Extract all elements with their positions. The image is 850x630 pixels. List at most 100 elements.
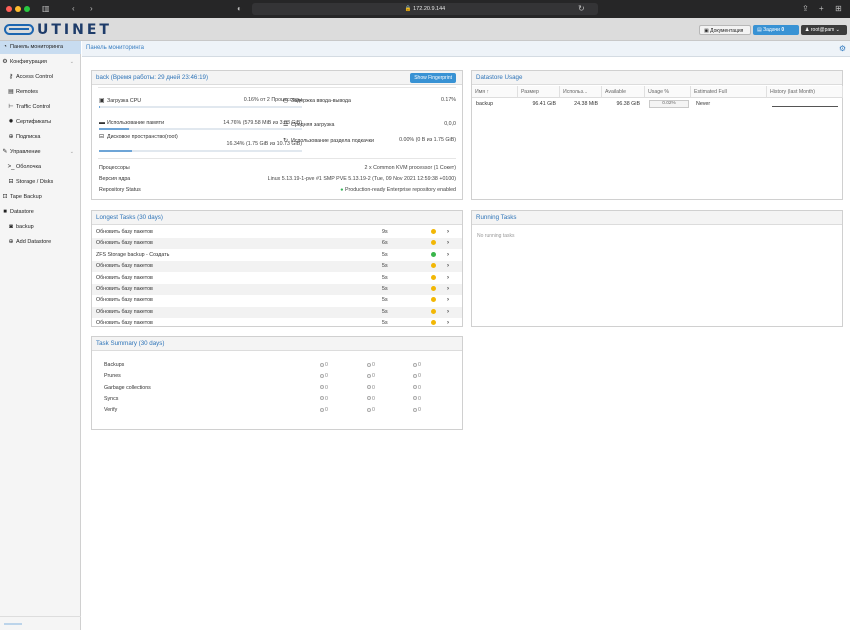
documentation-button[interactable]: ▣ Документация: [699, 25, 751, 35]
task-row[interactable]: Обновить базу пакетов 5s ›: [92, 295, 462, 306]
swap-stat: ↻ Использование раздела подкачки: [283, 137, 374, 144]
summary-count[interactable]: 0: [320, 384, 328, 392]
task-row[interactable]: ZFS Storage backup - Создать 5s ›: [92, 250, 462, 261]
chevron-down-icon[interactable]: ⌄: [70, 146, 74, 159]
task-row[interactable]: Обновить базу пакетов 5s ›: [92, 261, 462, 273]
status-circle-icon: [320, 407, 324, 412]
summary-count[interactable]: 0: [320, 395, 328, 403]
task-row[interactable]: Обновить базу пакетов 6s ›: [92, 238, 462, 250]
open-task-icon[interactable]: ›: [447, 284, 449, 295]
warning-status-icon: [431, 318, 436, 329]
status-circle-icon: [367, 407, 371, 412]
app-header: UTINET ▣ Документация ▤ Задачи 0 ♟ root@…: [0, 18, 850, 41]
iodelay-label: Задержка ввода-вывода: [291, 98, 351, 104]
sidebar-item-3[interactable]: ▤ Remotes: [0, 86, 81, 99]
cpu-bar-fill: [99, 106, 101, 108]
sidebar-item-12[interactable]: ◙ backup: [0, 221, 81, 234]
task-row[interactable]: Обновить базу пакетов 5s ›: [92, 273, 462, 284]
summary-count[interactable]: 0: [413, 395, 421, 403]
open-task-icon[interactable]: ›: [447, 273, 449, 284]
open-task-icon[interactable]: ›: [447, 238, 449, 249]
task-row[interactable]: Обновить базу пакетов 5s ›: [92, 306, 462, 318]
sidebar-item-5[interactable]: ✹ Сертификаты: [0, 116, 81, 129]
summary-count[interactable]: 0: [367, 372, 375, 380]
summary-count[interactable]: 0: [320, 361, 328, 369]
sidebar-item-4[interactable]: ⊢ Traffic Control: [0, 101, 81, 114]
column-header[interactable]: Использ...: [560, 86, 602, 98]
documentation-label: Документация: [710, 28, 744, 34]
sidebar-item-10[interactable]: ⊡ Tape Backup: [0, 191, 81, 204]
column-header[interactable]: History (last Month): [767, 86, 843, 98]
sidebar-item-label: Подписка: [16, 134, 41, 140]
tasks-button[interactable]: ▤ Задачи 0: [753, 25, 799, 35]
sidebar-item-2[interactable]: ⚷ Access Control: [0, 71, 81, 84]
task-row[interactable]: Обновить базу пакетов 5s ›: [92, 318, 462, 329]
cell-estimated: Never: [696, 101, 711, 107]
close-window-button[interactable]: [6, 6, 12, 12]
chevron-down-icon[interactable]: ⌄: [70, 56, 74, 69]
open-task-icon[interactable]: ›: [447, 307, 449, 318]
show-fingerprint-button[interactable]: Show Fingerprint: [410, 73, 456, 83]
kernel-label: Версия ядра: [99, 176, 131, 182]
open-task-icon[interactable]: ›: [447, 250, 449, 261]
gear-icon[interactable]: ⚙: [839, 44, 846, 53]
load-value: 0,0,0: [444, 121, 456, 127]
clock-icon: ◷: [283, 98, 289, 104]
cpu-bar: [99, 106, 302, 108]
column-header[interactable]: Имя ↑: [472, 86, 518, 98]
summary-count[interactable]: 0: [367, 384, 375, 392]
sidebar-item-9[interactable]: ⊟ Storage / Disks: [0, 176, 81, 189]
cell-used: 24.38 MiB: [574, 101, 598, 107]
summary-count[interactable]: 0: [413, 406, 421, 414]
status-circle-icon: [413, 362, 417, 367]
table-row[interactable]: backup 96.41 GiB 24.38 MiB 96.38 GiB Never 0.…: [472, 100, 842, 108]
task-duration: 5s: [382, 297, 388, 304]
minimize-window-button[interactable]: [15, 6, 21, 12]
forward-icon[interactable]: ›: [90, 3, 93, 15]
zoom-window-button[interactable]: [24, 6, 30, 12]
new-tab-icon[interactable]: +: [819, 3, 824, 15]
task-name: ZFS Storage backup - Создать: [96, 251, 170, 258]
summary-count-value: 0: [372, 373, 375, 380]
address-bar[interactable]: 🔒 172.20.9.144: [252, 3, 598, 15]
sidebar-scrollbar[interactable]: [0, 616, 81, 630]
sidebar-item-11[interactable]: ■ Datastore: [0, 206, 81, 219]
column-header[interactable]: Размер: [518, 86, 560, 98]
summary-count[interactable]: 0: [320, 406, 328, 414]
sidebar-item-7[interactable]: ✎ Управление ⌄: [0, 146, 81, 159]
sidebar-item-0[interactable]: ◔ Панель мониторинга: [0, 41, 81, 54]
summary-count[interactable]: 0: [367, 361, 375, 369]
sidebar-item-8[interactable]: >_ Оболочка: [0, 161, 81, 174]
reload-icon[interactable]: ↻: [578, 3, 585, 15]
status-circle-icon: [320, 362, 324, 367]
open-task-icon[interactable]: ›: [447, 227, 449, 238]
column-header[interactable]: Available: [602, 86, 645, 98]
summary-count[interactable]: 0: [413, 361, 421, 369]
sidebar-item-1[interactable]: ⚙ Конфигурация ⌄: [0, 56, 81, 69]
datastore-usage-panel: Datastore Usage Имя ↑ Размер Использ... Ava…: [471, 70, 843, 200]
tab-overview-icon[interactable]: ⊞: [835, 3, 842, 15]
column-header[interactable]: Estimated Full: [691, 86, 767, 98]
sidebar-item-13[interactable]: ⊕ Add Datastore: [0, 236, 81, 249]
summary-count[interactable]: 0: [413, 384, 421, 392]
summary-count[interactable]: 0: [320, 372, 328, 380]
user-menu-button[interactable]: ♟ root@pam ⌄: [801, 25, 847, 35]
open-task-icon[interactable]: ›: [447, 295, 449, 306]
summary-count[interactable]: 0: [367, 406, 375, 414]
sidebar-item-6[interactable]: ⊕ Подписка: [0, 131, 81, 144]
task-row[interactable]: Обновить базу пакетов 5s ›: [92, 284, 462, 295]
back-icon[interactable]: ‹: [72, 3, 75, 15]
share-icon[interactable]: ⇪: [802, 3, 809, 15]
privacy-shield-icon[interactable]: ◐: [237, 3, 242, 15]
longest-tasks-panel: Longest Tasks (30 days) Обновить базу па…: [91, 210, 463, 327]
summary-count[interactable]: 0: [367, 395, 375, 403]
open-task-icon[interactable]: ›: [447, 318, 449, 329]
status-circle-icon: [320, 373, 324, 378]
sidebar-toggle-icon[interactable]: ▥: [42, 3, 50, 15]
open-task-icon[interactable]: ›: [447, 261, 449, 272]
column-header[interactable]: Usage %: [645, 86, 691, 98]
sidebar-item-label: backup: [16, 224, 34, 230]
task-row[interactable]: Обновить базу пакетов 9s ›: [92, 227, 462, 238]
repo-status-value: ● Production-ready Enterprise repository…: [232, 187, 456, 193]
summary-count[interactable]: 0: [413, 372, 421, 380]
